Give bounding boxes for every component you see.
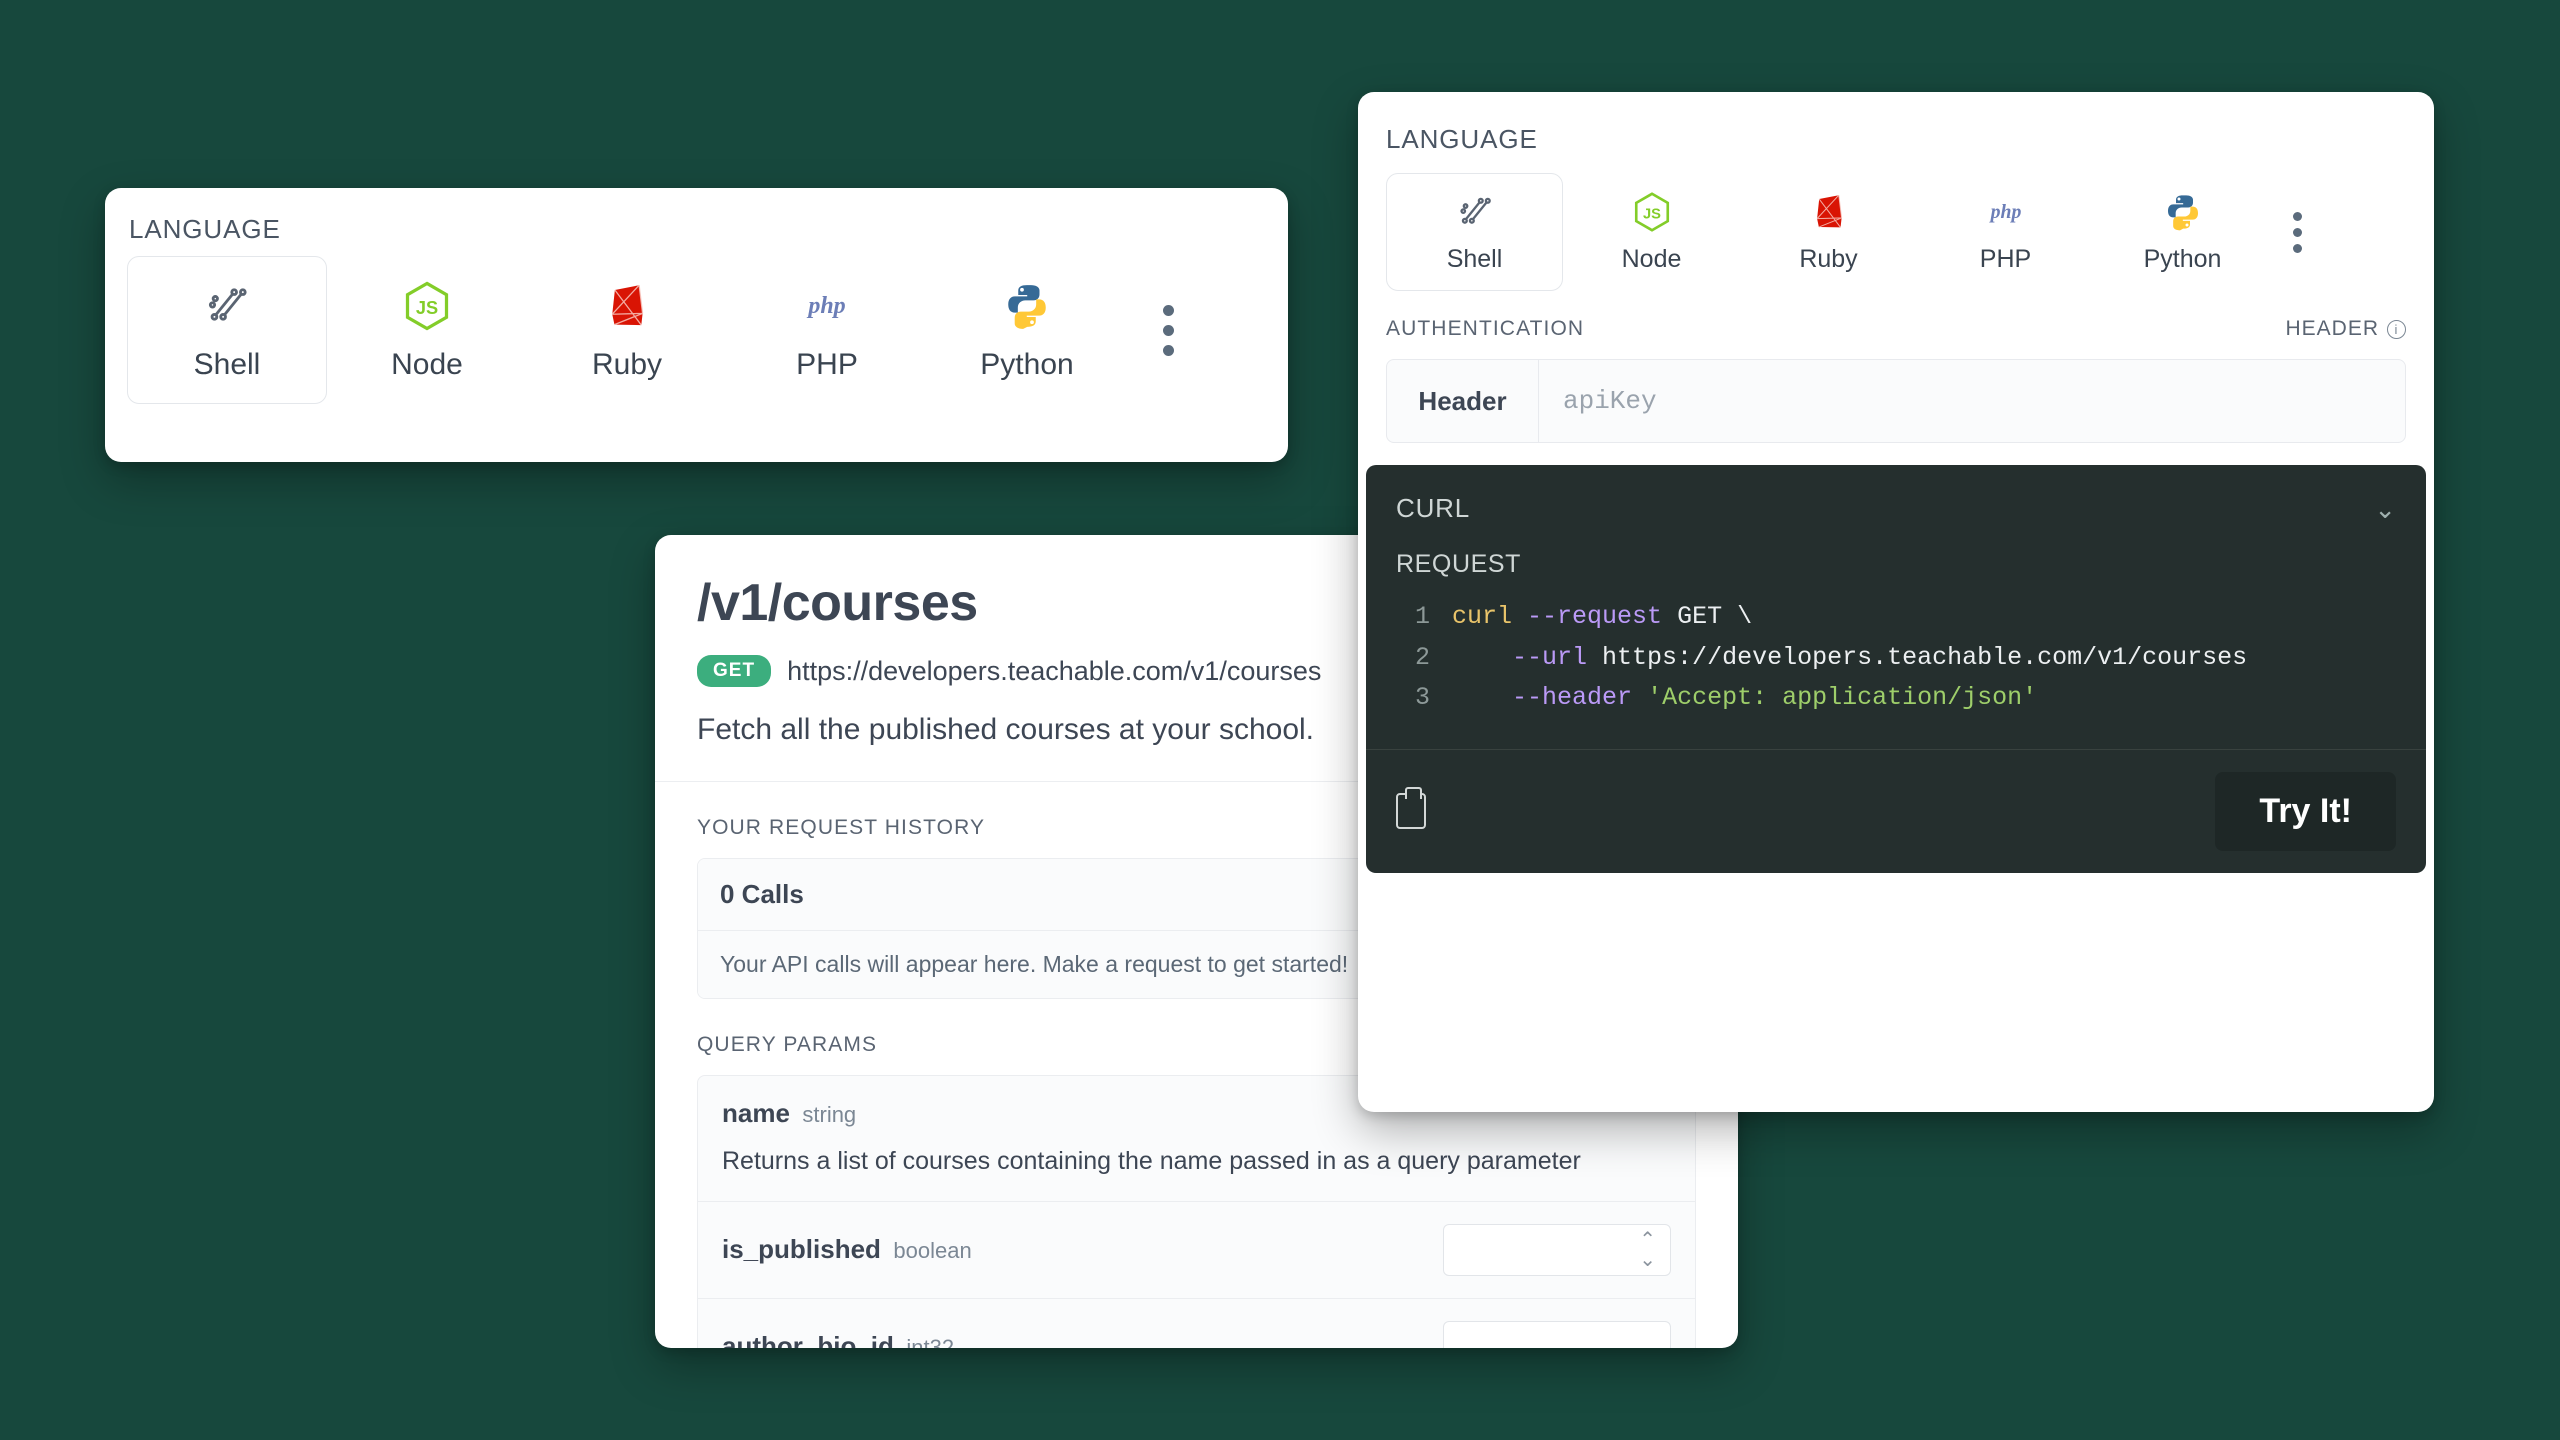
language-option-ruby[interactable]: Ruby (1740, 173, 1917, 291)
request-section-label: REQUEST (1396, 550, 1522, 578)
nodejs-icon: JS (1631, 190, 1673, 234)
language-option-shell[interactable]: Shell (1386, 173, 1563, 291)
more-options-icon[interactable] (2293, 211, 2302, 253)
try-it-button[interactable]: Try It! (2215, 771, 2396, 851)
svg-text:JS: JS (416, 298, 438, 318)
line-number: 3 (1414, 683, 1430, 712)
language-option-python[interactable]: Python (2094, 173, 2271, 291)
table-row: author_bio_id int32 (698, 1299, 1695, 1348)
code-sample-panel: CURL ⌄ REQUEST 1 curl --request GET \ 2 -… (1366, 465, 2426, 873)
language-label: Ruby (591, 348, 663, 381)
language-option-ruby[interactable]: Ruby (527, 256, 727, 404)
python-icon (2163, 190, 2203, 234)
language-label: Node (1621, 245, 1682, 273)
code-language-title: CURL (1396, 493, 1470, 523)
param-name: is_published (722, 1234, 881, 1265)
php-icon: php (797, 278, 857, 334)
auth-type-indicator: HEADER i (2285, 317, 2406, 341)
language-label: PHP (796, 348, 858, 381)
api-key-input[interactable]: apiKey (1539, 360, 2405, 442)
shell-icon (201, 278, 253, 334)
language-selector-right: Shell JS Node Ruby php PHP Python (1386, 173, 2406, 291)
query-params-table: name string Returns a list of courses co… (697, 1075, 1696, 1348)
php-icon: php (1980, 190, 2032, 234)
language-section-label: LANGUAGE (129, 214, 281, 244)
python-icon (1002, 278, 1052, 334)
language-option-node[interactable]: JS Node (327, 256, 527, 404)
code-flag: --header (1512, 683, 1633, 712)
auth-header-field: Header apiKey (1386, 359, 2406, 443)
code-value: https://developers.teachable.com/v1/cour… (1602, 642, 2248, 672)
language-selector-left: Shell JS Node Ruby php PHP Python (127, 256, 1174, 404)
more-options-icon[interactable] (1163, 304, 1174, 356)
authentication-label: AUTHENTICATION (1386, 317, 1585, 340)
shell-icon (1454, 190, 1496, 234)
http-method-badge: GET (697, 655, 772, 687)
language-label: Python (980, 348, 1074, 381)
language-label: Ruby (1799, 245, 1858, 273)
authentication-header: AUTHENTICATION HEADER i (1386, 317, 2406, 341)
param-description: Returns a list of courses containing the… (722, 1147, 1581, 1175)
copy-icon[interactable] (1396, 787, 1426, 829)
line-number: 1 (1414, 602, 1430, 631)
author-bio-id-input[interactable] (1443, 1320, 1671, 1348)
auth-type-label: HEADER (2285, 317, 2379, 340)
endpoint-url: https://developers.teachable.com/v1/cour… (787, 655, 1322, 686)
code-panel-footer: Try It! (1366, 748, 2426, 873)
table-row: is_published boolean ⌃ ⌄ (698, 1202, 1695, 1299)
language-option-php[interactable]: php PHP (1917, 173, 2094, 291)
ruby-icon (1808, 190, 1850, 234)
code-flag: --request (1527, 602, 1663, 631)
code-command: curl (1452, 602, 1513, 631)
param-type: int32 (906, 1335, 955, 1348)
language-label: PHP (1979, 245, 2032, 273)
code-value: GET \ (1677, 602, 1753, 631)
language-label: Shell (193, 348, 261, 381)
svg-text:JS: JS (1643, 206, 1661, 222)
param-name: author_bio_id (722, 1331, 894, 1348)
chevron-down-icon[interactable]: ⌄ (2374, 496, 2396, 522)
language-label: Shell (1446, 245, 1503, 273)
param-name: name (722, 1098, 790, 1128)
language-option-shell[interactable]: Shell (127, 256, 327, 404)
svg-text:php: php (806, 293, 845, 319)
code-panel-header: CURL ⌄ (1366, 465, 2426, 524)
language-label: Python (2143, 245, 2222, 273)
code-block: 1 curl --request GET \ 2 --url https://de… (1366, 597, 2426, 749)
auth-key-label: Header (1387, 360, 1539, 442)
param-type: boolean (893, 1238, 972, 1264)
language-option-node[interactable]: JS Node (1563, 173, 1740, 291)
language-option-python[interactable]: Python (927, 256, 1127, 404)
language-section-label: LANGUAGE (1386, 124, 1538, 154)
svg-text:php: php (1988, 201, 2021, 223)
nodejs-icon: JS (401, 278, 453, 334)
ruby-icon (601, 278, 653, 334)
code-string: 'Accept: application/json' (1647, 683, 2038, 712)
chevron-updown-icon: ⌃ ⌄ (1639, 1228, 1656, 1271)
language-option-php[interactable]: php PHP (727, 256, 927, 404)
param-type: string (802, 1102, 857, 1127)
line-number: 2 (1414, 642, 1430, 672)
screenshot-root: LANGUAGE Shell JS Node Ruby php PHP Pyth… (0, 0, 2560, 1440)
language-label: Node (391, 348, 463, 381)
info-circle-icon[interactable]: i (2387, 319, 2406, 339)
try-it-panel-card: LANGUAGE Shell JS Node Ruby php PHP Pyth… (1358, 92, 2434, 1112)
code-flag: --url (1512, 642, 1588, 672)
is-published-select[interactable]: ⌃ ⌄ (1443, 1223, 1671, 1276)
language-card-left: LANGUAGE Shell JS Node Ruby php PHP Pyth… (105, 188, 1288, 462)
